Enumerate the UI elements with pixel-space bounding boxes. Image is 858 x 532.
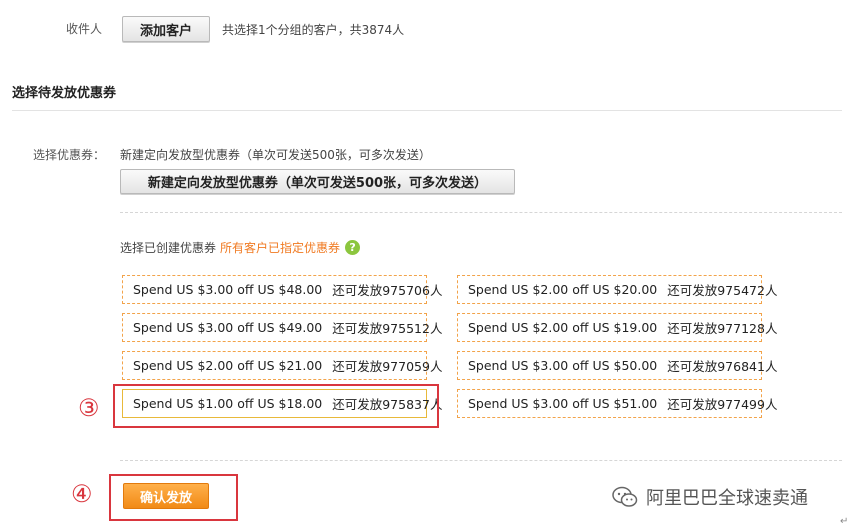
coupon-remaining: 还可发放977128人 <box>667 321 778 336</box>
coupon-text: Spend US $2.00 off US $20.00 <box>468 282 658 297</box>
coupon-text: Spend US $2.00 off US $21.00 <box>133 358 323 373</box>
existing-coupon-row: 选择已创建优惠券 所有客户已指定优惠券 ? <box>120 239 361 256</box>
coupon-remaining: 还可发放975512人 <box>332 321 443 336</box>
watermark: 阿里巴巴全球速卖通 <box>612 484 808 510</box>
recipient-summary: 共选择1个分组的客户，共3874人 <box>222 23 405 37</box>
coupon-option[interactable]: Spend US $3.00 off US $51.00 还可发放977499人 <box>457 389 777 418</box>
coupon-remaining: 还可发放977499人 <box>667 397 778 412</box>
existing-coupon-label: 选择已创建优惠券 <box>120 241 217 255</box>
new-coupon-button[interactable]: 新建定向发放型优惠券（单次可发送500张，可多次发送） <box>120 169 515 194</box>
watermark-text: 阿里巴巴全球速卖通 <box>646 488 808 509</box>
section-divider <box>12 110 842 111</box>
coupon-option[interactable]: Spend US $2.00 off US $19.00 还可发放977128人 <box>457 313 777 342</box>
coupon-text: Spend US $3.00 off US $50.00 <box>468 358 658 373</box>
coupon-text: Spend US $3.00 off US $51.00 <box>468 396 658 411</box>
coupon-option[interactable]: Spend US $3.00 off US $50.00 还可发放976841人 <box>457 351 777 380</box>
coupon-text: Spend US $3.00 off US $49.00 <box>133 320 323 335</box>
recipient-label: 收件人 <box>66 22 103 36</box>
help-icon[interactable]: ? <box>345 240 361 255</box>
dashed-divider-bottom <box>120 460 842 461</box>
coupon-select-label: 选择优惠券： <box>33 148 106 162</box>
coupon-text: Spend US $3.00 off US $48.00 <box>133 282 323 297</box>
new-coupon-description: 新建定向发放型优惠券（单次可发送500张，可多次发送） <box>120 148 431 162</box>
add-customer-button[interactable]: 添加客户 <box>122 16 210 42</box>
annotation-highlight-step3 <box>113 384 439 428</box>
return-mark: ↵ <box>840 516 849 527</box>
coupon-option[interactable]: Spend US $3.00 off US $48.00 还可发放975706人 <box>122 275 442 304</box>
coupon-option[interactable]: Spend US $2.00 off US $21.00 还可发放977059人 <box>122 351 442 380</box>
all-customers-coupon-link[interactable]: 所有客户已指定优惠券 <box>220 239 340 256</box>
wechat-icon <box>612 486 638 507</box>
coupon-text: Spend US $2.00 off US $19.00 <box>468 320 658 335</box>
coupon-remaining: 还可发放975706人 <box>332 283 443 298</box>
annotation-step3-number: ③ <box>78 394 100 422</box>
section-title: 选择待发放优惠券 <box>12 86 117 101</box>
annotation-step4-number: ④ <box>71 480 93 508</box>
dashed-divider-top <box>120 212 842 213</box>
coupon-remaining: 还可发放976841人 <box>667 359 778 374</box>
coupon-remaining: 还可发放977059人 <box>332 359 443 374</box>
coupon-option[interactable]: Spend US $3.00 off US $49.00 还可发放975512人 <box>122 313 442 342</box>
coupon-remaining: 还可发放975472人 <box>667 283 778 298</box>
confirm-issue-button[interactable]: 确认发放 <box>123 483 209 509</box>
coupon-option[interactable]: Spend US $2.00 off US $20.00 还可发放975472人 <box>457 275 777 304</box>
